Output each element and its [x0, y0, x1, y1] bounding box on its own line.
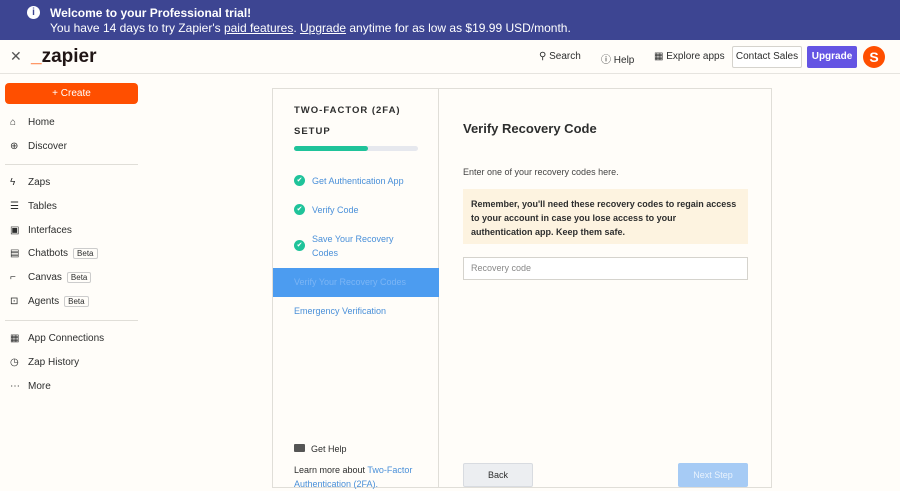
get-help-label: Get Help [311, 444, 347, 454]
learn-pre: Learn more about [294, 465, 368, 475]
beta-badge: Beta [73, 248, 98, 259]
divider [5, 320, 138, 321]
nav-label: Agents [28, 296, 60, 307]
warning-box: Remember, you'll need these recovery cod… [463, 189, 748, 244]
setup-subtitle: SETUP [294, 126, 331, 137]
home-icon: ⌂ [10, 117, 17, 128]
help-icon: ⓘ [601, 55, 614, 66]
paid-features-link[interactable]: paid features [224, 21, 293, 35]
check-icon: ✔ [294, 204, 305, 215]
back-button[interactable]: Back [463, 463, 533, 487]
create-label: Create [60, 88, 91, 99]
nav-label: Tables [28, 201, 57, 212]
explore-label: Explore apps [666, 51, 725, 62]
banner-pre: You have 14 days to try Zapier's [50, 21, 224, 35]
nav-label: Chatbots [28, 248, 69, 259]
contact-sales-button[interactable]: Contact Sales [732, 46, 802, 68]
step-label: Get Authentication App [312, 176, 404, 186]
canvas-icon: ⌐ [10, 272, 16, 283]
setup-title: TWO-FACTOR (2FA) [294, 105, 401, 116]
sidebar-item-zap-history[interactable]: ◷ Zap History [10, 357, 79, 368]
avatar[interactable]: S [863, 46, 885, 68]
search-icon: ⚲ [539, 51, 550, 62]
nav-label: Home [28, 117, 55, 128]
sidebar-item-zaps[interactable]: ϟ Zaps [10, 177, 50, 188]
sidebar-item-more[interactable]: ⋯ More [10, 381, 51, 392]
nav-label: Interfaces [28, 225, 72, 236]
bolt-icon: ϟ [10, 177, 16, 188]
plus-icon: + [52, 88, 61, 99]
get-help-link[interactable]: Get Help [294, 444, 347, 454]
close-icon[interactable]: ✕ [10, 48, 22, 65]
nav-label: Zap History [28, 357, 80, 368]
banner-text: You have 14 days to try Zapier's paid fe… [50, 21, 571, 35]
banner-mid: . [293, 21, 301, 35]
step-verify-code[interactable]: ✔ Verify Code [294, 203, 359, 217]
agents-icon: ⊡ [10, 296, 19, 307]
info-icon: i [27, 6, 40, 19]
more-icon: ⋯ [10, 381, 20, 392]
apps-grid-icon: ▦ [654, 51, 667, 62]
logo-text: zapier [41, 46, 97, 67]
check-icon: ✔ [294, 240, 305, 251]
chatbot-icon: ▤ [10, 248, 20, 259]
setup-steps-panel: TWO-FACTOR (2FA) SETUP ✔ Get Authenticati… [273, 89, 439, 489]
next-step-button[interactable]: Next Step [678, 463, 748, 487]
nav-label: Zaps [28, 177, 51, 188]
nav-label: Discover [28, 141, 67, 152]
setup-progress-bar [294, 146, 418, 151]
interfaces-icon: ▣ [10, 225, 20, 236]
sidebar-item-canvas[interactable]: ⌐ Canvas Beta [10, 272, 92, 283]
globe-icon: ⊕ [10, 141, 19, 152]
step-verify-recovery-codes[interactable]: Verify Your Recovery Codes [273, 268, 439, 297]
banner-post: anytime for as low as $19.99 USD/month. [346, 21, 571, 35]
banner-title: Welcome to your Professional trial! [50, 6, 252, 20]
trial-banner: i Welcome to your Professional trial! Yo… [0, 0, 900, 40]
clock-icon: ◷ [10, 357, 19, 368]
apps-icon: ▦ [10, 333, 20, 344]
step-save-codes[interactable]: ✔ Save Your Recovery Codes [294, 232, 414, 260]
sidebar-item-discover[interactable]: ⊕ Discover [10, 141, 67, 152]
sidebar-item-app-connections[interactable]: ▦ App Connections [10, 333, 104, 344]
sidebar-item-tables[interactable]: ☰ Tables [10, 201, 57, 212]
step-emergency-verification[interactable]: Emergency Verification [294, 304, 386, 318]
nav-label: More [28, 381, 51, 392]
search-button[interactable]: ⚲ Search [539, 51, 581, 62]
instructions: Enter one of your recovery codes here. [463, 167, 619, 177]
setup-card: TWO-FACTOR (2FA) SETUP ✔ Get Authenticati… [272, 88, 772, 489]
top-header: ✕ _zapier ⚲ Search ⓘ Help ▦ Explore apps… [0, 40, 900, 74]
explore-apps-button[interactable]: ▦ Explore apps [654, 51, 725, 62]
sidebar-item-agents[interactable]: ⊡ Agents Beta [10, 296, 89, 307]
help-label: Help [613, 55, 635, 66]
help-button[interactable]: ⓘ Help [601, 51, 634, 66]
sidebar-item-home[interactable]: ⌂ Home [10, 117, 55, 128]
beta-badge: Beta [64, 296, 89, 307]
nav-label: Canvas [28, 272, 62, 283]
step-get-app[interactable]: ✔ Get Authentication App [294, 174, 404, 188]
upgrade-button[interactable]: Upgrade [807, 46, 857, 68]
tables-icon: ☰ [10, 201, 19, 212]
step-label: Save Your Recovery Codes [312, 234, 394, 258]
nav-label: App Connections [28, 333, 105, 344]
learn-more-text: Learn more about Two-Factor Authenticati… [294, 463, 424, 491]
step-label: Verify Code [312, 205, 359, 215]
upgrade-link[interactable]: Upgrade [300, 21, 346, 35]
page-title: Verify Recovery Code [463, 121, 597, 136]
recovery-code-input[interactable]: Recovery code [463, 257, 748, 280]
beta-badge: Beta [66, 272, 92, 283]
check-icon: ✔ [294, 175, 305, 186]
create-button[interactable]: + Create [5, 83, 138, 104]
zapier-logo[interactable]: _zapier [31, 46, 97, 68]
progress-fill [294, 146, 369, 151]
chat-icon [294, 444, 305, 452]
search-label: Search [549, 51, 581, 62]
divider [5, 164, 138, 165]
sidebar-item-interfaces[interactable]: ▣ Interfaces [10, 225, 72, 236]
sidebar-item-chatbots[interactable]: ▤ Chatbots Beta [10, 248, 98, 259]
